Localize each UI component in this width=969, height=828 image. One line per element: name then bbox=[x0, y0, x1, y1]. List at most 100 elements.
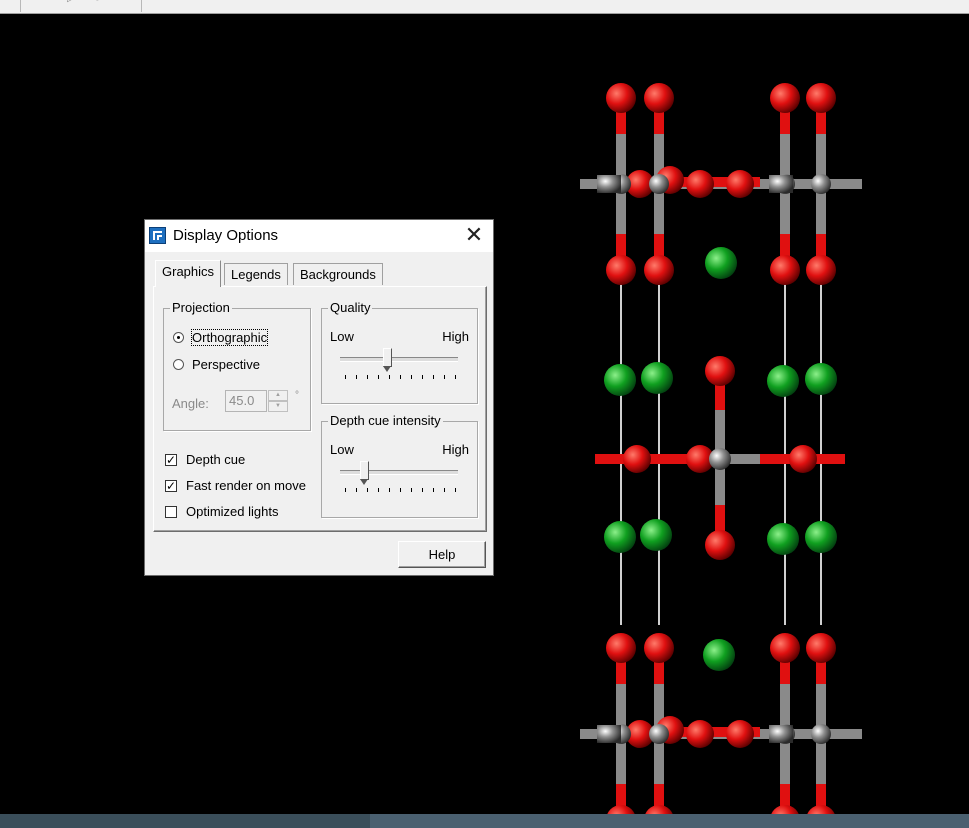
quality-slider-thumb[interactable] bbox=[383, 348, 393, 372]
tab-graphics[interactable]: Graphics bbox=[155, 260, 222, 287]
dialog-titlebar[interactable]: Display Options ✕ bbox=[145, 220, 493, 252]
oxygen-atom bbox=[770, 83, 800, 113]
slider-tick bbox=[378, 488, 379, 492]
depth-cue-check-icon[interactable]: ✓ bbox=[165, 453, 177, 466]
oxygen-atom bbox=[644, 255, 674, 285]
oxygen-atom bbox=[770, 633, 800, 663]
depth-cue-checkbox[interactable]: ✓ Depth cue bbox=[165, 452, 245, 467]
graphics-panel: Projection Orthographic Perspective Angl… bbox=[153, 286, 487, 532]
optimized-lights-checkbox[interactable]: Optimized lights bbox=[165, 504, 278, 519]
orthographic-label: Orthographic bbox=[190, 329, 269, 346]
quality-slider-track[interactable] bbox=[340, 357, 458, 362]
slider-tick bbox=[455, 488, 456, 492]
slider-tick bbox=[411, 375, 412, 379]
angle-label: Angle: bbox=[172, 396, 209, 411]
slider-tick bbox=[433, 375, 434, 379]
slider-tick bbox=[389, 488, 390, 492]
oxygen-atom bbox=[606, 633, 636, 663]
fast-render-checkbox[interactable]: ✓ Fast render on move bbox=[165, 478, 306, 493]
angle-unit: ° bbox=[295, 390, 299, 401]
help-button[interactable]: Help bbox=[398, 541, 486, 568]
oxygen-atom bbox=[726, 170, 754, 198]
chlorine-atom bbox=[604, 521, 636, 553]
slider-tick bbox=[367, 488, 368, 492]
metal-atom bbox=[649, 174, 669, 194]
app-icon bbox=[149, 227, 166, 244]
metal-atom bbox=[769, 725, 793, 743]
depth-cue-low-label: Low bbox=[330, 442, 354, 457]
depth-cue-label: Depth cue bbox=[186, 452, 246, 467]
oxygen-atom bbox=[686, 720, 714, 748]
depth-cue-intensity-label: Depth cue intensity bbox=[328, 413, 443, 428]
oxygen-atom bbox=[686, 170, 714, 198]
oxygen-atom bbox=[770, 255, 800, 285]
chlorine-atom bbox=[805, 363, 837, 395]
depth-cue-slider-track[interactable] bbox=[340, 470, 458, 475]
oxygen-atom bbox=[644, 83, 674, 113]
oxygen-atom bbox=[806, 83, 836, 113]
display-options-dialog: Display Options ✕ Graphics Legends Backg… bbox=[144, 219, 494, 576]
slider-tick bbox=[345, 375, 346, 379]
quality-high-label: High bbox=[442, 329, 469, 344]
projection-group-label: Projection bbox=[170, 300, 232, 315]
optimized-lights-check-icon[interactable] bbox=[165, 505, 177, 518]
slider-tick bbox=[345, 488, 346, 492]
oxygen-atom bbox=[789, 445, 817, 473]
metal-atom bbox=[709, 448, 731, 470]
slider-tick bbox=[411, 488, 412, 492]
slider-tick bbox=[356, 488, 357, 492]
metal-atom bbox=[811, 724, 831, 744]
oxygen-atom bbox=[623, 445, 651, 473]
slider-tick bbox=[400, 375, 401, 379]
depth-cue-high-label: High bbox=[442, 442, 469, 457]
status-bar bbox=[0, 814, 969, 828]
angle-input[interactable]: 45.0 bbox=[225, 390, 267, 412]
optimized-lights-label: Optimized lights bbox=[186, 504, 279, 519]
metal-atom bbox=[597, 175, 621, 193]
slider-tick bbox=[422, 375, 423, 379]
chevron-up-icon[interactable]: ▲ bbox=[268, 390, 288, 401]
chevron-down-icon[interactable]: ▼ bbox=[268, 401, 288, 412]
fast-render-label: Fast render on move bbox=[186, 478, 306, 493]
chlorine-atom bbox=[640, 519, 672, 551]
angle-spinner[interactable]: ▲ ▼ bbox=[268, 390, 288, 412]
oxygen-atom bbox=[705, 530, 735, 560]
slider-tick bbox=[444, 488, 445, 492]
oxygen-atom bbox=[606, 83, 636, 113]
metal-atom bbox=[811, 174, 831, 194]
slider-tick bbox=[455, 375, 456, 379]
quality-low-label: Low bbox=[330, 329, 354, 344]
perspective-radio-button[interactable] bbox=[173, 359, 184, 370]
oxygen-atom bbox=[806, 633, 836, 663]
fast-render-check-icon[interactable]: ✓ bbox=[165, 479, 177, 492]
metal-atom bbox=[769, 175, 793, 193]
tab-backgrounds[interactable]: Backgrounds bbox=[293, 263, 383, 285]
metal-atom bbox=[597, 725, 621, 743]
perspective-label: Perspective bbox=[192, 357, 260, 372]
slider-tick bbox=[378, 375, 379, 379]
slider-tick bbox=[389, 375, 390, 379]
slider-tick bbox=[422, 488, 423, 492]
oxygen-atom bbox=[644, 633, 674, 663]
metal-atom bbox=[649, 724, 669, 744]
oxygen-atom bbox=[806, 255, 836, 285]
perspective-radio[interactable]: Perspective bbox=[173, 357, 260, 372]
slider-tick bbox=[400, 488, 401, 492]
quality-group-label: Quality bbox=[328, 300, 373, 315]
orthographic-radio-button[interactable] bbox=[173, 332, 184, 343]
chlorine-atom bbox=[767, 365, 799, 397]
close-icon[interactable]: ✕ bbox=[455, 220, 493, 252]
orthographic-radio[interactable]: Orthographic bbox=[173, 329, 269, 346]
chlorine-atom bbox=[805, 521, 837, 553]
chlorine-atom bbox=[705, 247, 737, 279]
slider-tick bbox=[444, 375, 445, 379]
dialog-title: Display Options bbox=[173, 227, 279, 244]
oxygen-atom bbox=[606, 255, 636, 285]
slider-tick bbox=[433, 488, 434, 492]
chlorine-atom bbox=[604, 364, 636, 396]
projection-group: Projection Orthographic Perspective Angl… bbox=[163, 300, 311, 431]
chlorine-atom bbox=[641, 362, 673, 394]
chlorine-atom bbox=[703, 639, 735, 671]
tab-legends[interactable]: Legends bbox=[224, 263, 288, 285]
depth-cue-slider-thumb[interactable] bbox=[359, 461, 369, 485]
